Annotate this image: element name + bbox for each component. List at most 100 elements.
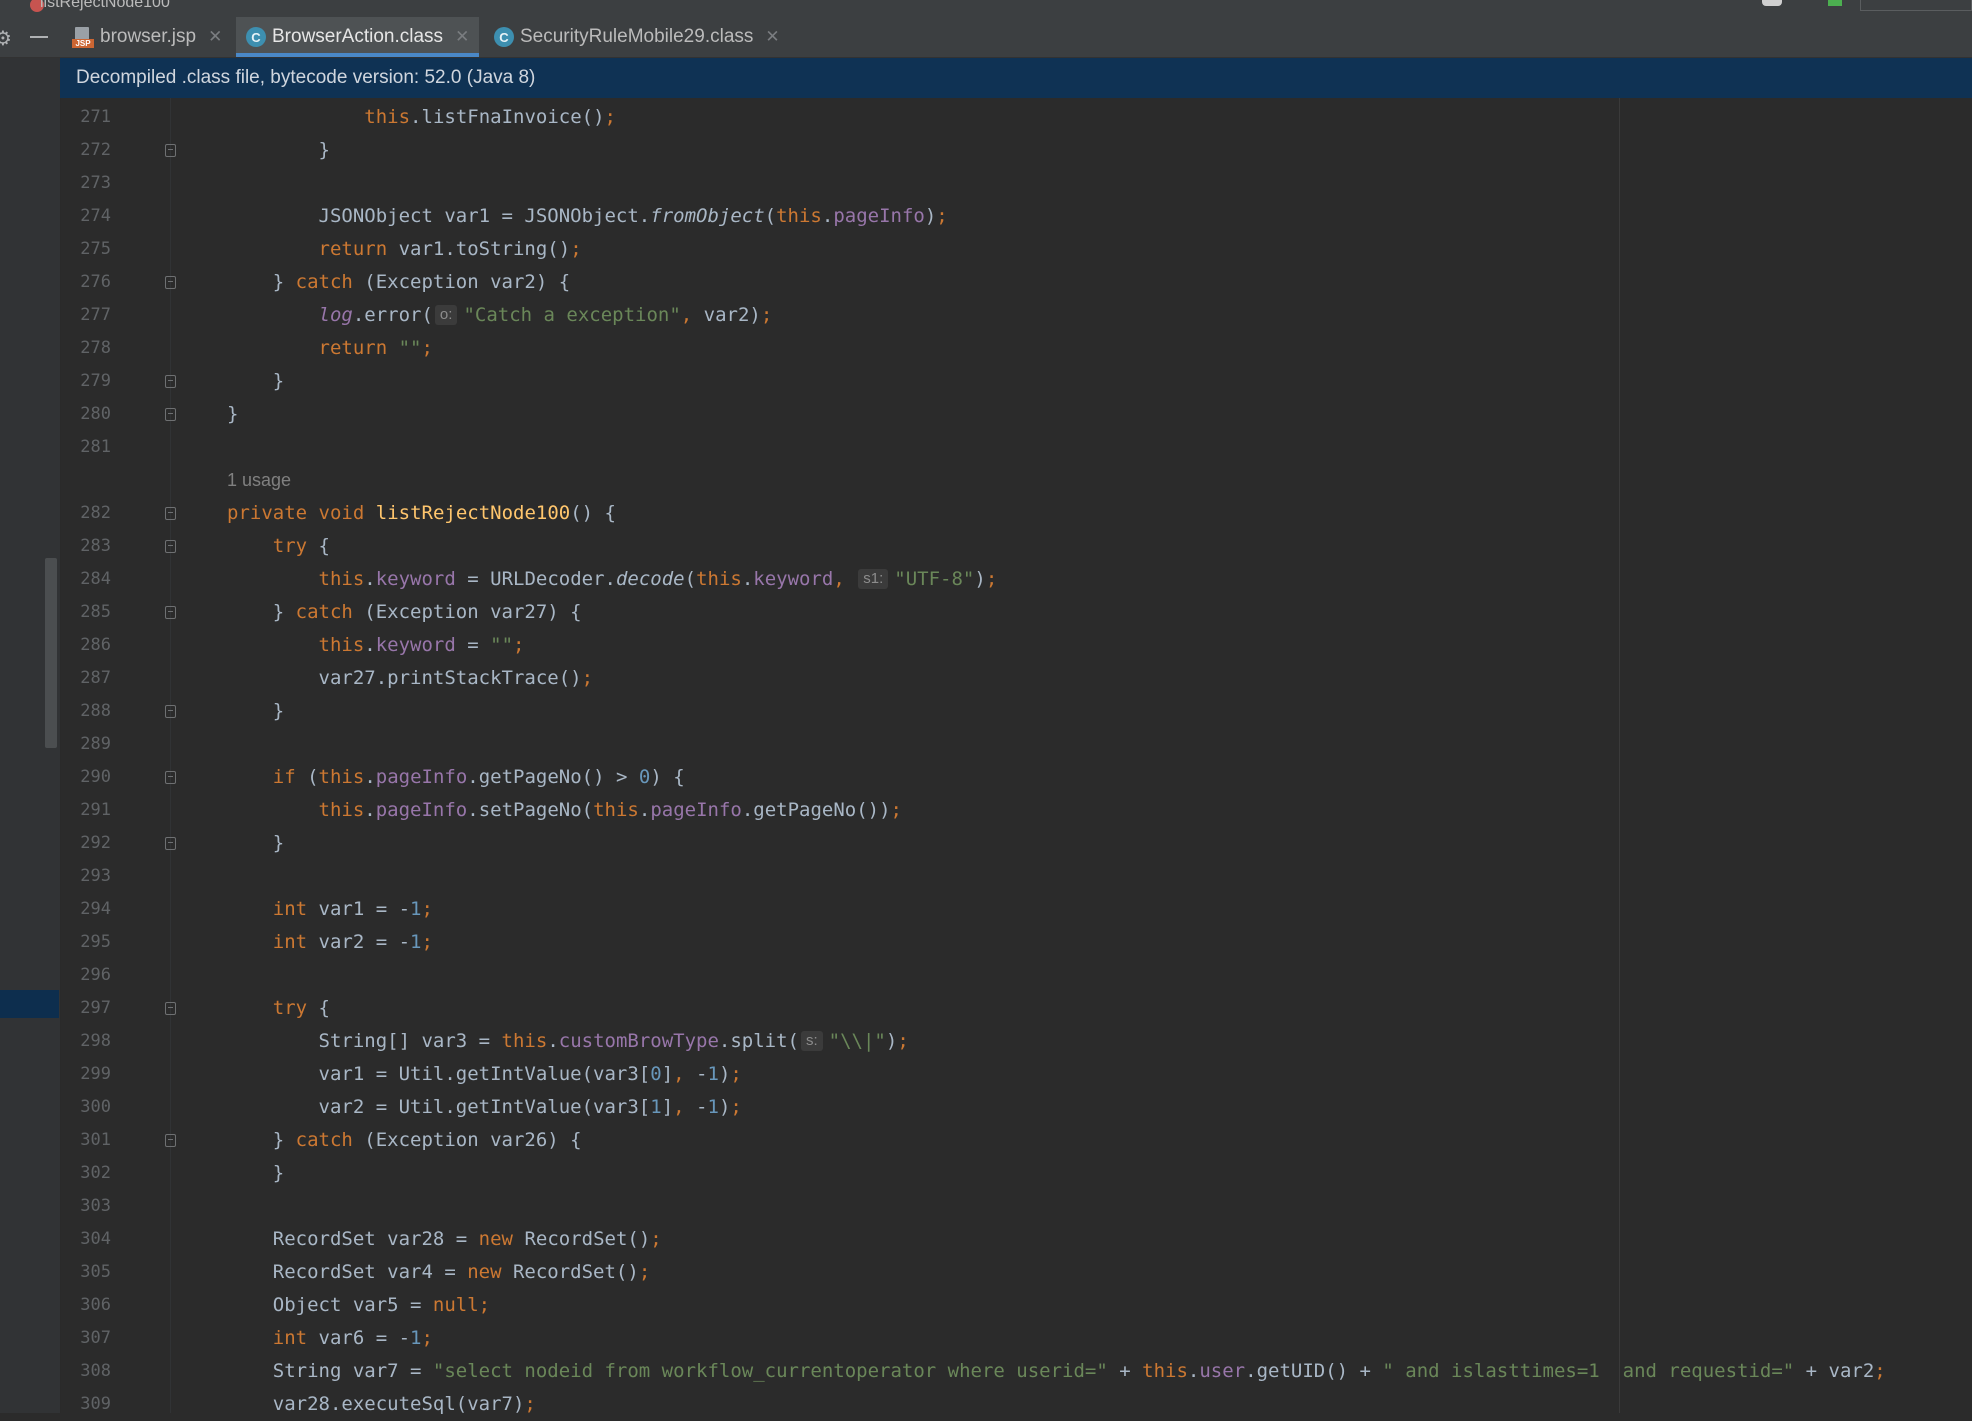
code-line[interactable]: 286 this.keyword = ""; [61,629,1972,662]
code-token: ; [638,1261,651,1283]
code-token: } [227,1162,285,1184]
code-token: 0 [650,1063,662,1085]
code-line[interactable]: 298 String[] var3 = this.customBrowType.… [61,1025,1972,1058]
run-config-selector[interactable] [1860,0,1972,11]
line-number: 290 [80,767,111,787]
code-line[interactable]: 295 int var2 = -1; [61,926,1972,959]
code-line[interactable]: 279 } [61,365,1972,398]
code-line[interactable]: 296 [61,959,1972,992]
code-line[interactable]: 302 } [61,1157,1972,1190]
fold-icon[interactable] [165,606,176,619]
breadcrumb[interactable]: listRejectNode100 [40,0,170,12]
code-line[interactable]: 299 var1 = Util.getIntValue(var3[0], -1)… [61,1058,1972,1091]
code-text: this.keyword = ""; [227,629,525,662]
code-line[interactable]: 294 int var1 = -1; [61,893,1972,926]
fold-icon[interactable] [165,1134,176,1147]
code-line[interactable]: 274 JSONObject var1 = JSONObject.fromObj… [61,200,1972,233]
code-line[interactable]: 275 return var1.toString(); [61,233,1972,266]
code-token: ; [760,304,773,326]
user-icon[interactable] [1762,0,1782,6]
code-token: ) [718,1096,731,1118]
code-line[interactable]: 293 [61,860,1972,893]
code-line[interactable]: 289 [61,728,1972,761]
code-line[interactable]: 288 } [61,695,1972,728]
minimize-icon[interactable] [30,36,48,38]
usage-hint[interactable]: 1 usage [227,464,291,497]
line-number: 298 [80,1031,111,1051]
code-line[interactable]: 308 String var7 = "select nodeid from wo… [61,1355,1972,1388]
fold-icon[interactable] [165,540,176,553]
code-token: this [364,106,411,128]
fold-icon[interactable] [165,705,176,718]
code-line[interactable]: 271 this.listFnaInvoice(); [61,101,1972,134]
code-line[interactable]: 276 } catch (Exception var2) { [61,266,1972,299]
code-token: this [1142,1360,1188,1382]
code-line[interactable]: 282 private void listRejectNode100() { [61,497,1972,530]
code-line[interactable]: 278 return ""; [61,332,1972,365]
usage-hint-row[interactable]: 1 usage [61,464,1972,497]
parameter-hint: s: [801,1031,823,1051]
code-line[interactable]: 272 } [61,134,1972,167]
code-line[interactable]: 287 var27.printStackTrace(); [61,662,1972,695]
code-line[interactable]: 307 int var6 = -1; [61,1322,1972,1355]
code-token: ; [1874,1360,1886,1382]
build-icon[interactable] [1828,0,1842,6]
code-line[interactable]: 297 try { [61,992,1972,1025]
code-token: . [638,799,651,821]
code-text: String var7 = "select nodeid from workfl… [227,1355,1886,1388]
code-editor[interactable]: 271 this.listFnaInvoice(); 272 } 273 274 JS… [61,98,1972,1415]
line-number: 304 [80,1229,111,1249]
tab-browser-jsp[interactable]: JSP browser.jsp ✕ [72,17,222,57]
code-line[interactable]: 309 var28.executeSql(var7); [61,1388,1972,1421]
code-token: RecordSet var4 = [227,1261,468,1283]
tab-label: BrowserAction.class [272,26,444,47]
code-text: int var6 = -1; [227,1322,433,1355]
code-token: String var7 = [227,1360,433,1382]
close-icon[interactable]: ✕ [765,27,779,47]
code-token: this [696,568,742,590]
code-token: customBrowType [558,1030,719,1052]
close-icon[interactable]: ✕ [208,27,222,47]
code-line[interactable]: 306 Object var5 = null; [61,1289,1972,1322]
code-line[interactable]: 291 this.pageInfo.setPageNo(this.pageInf… [61,794,1972,827]
fold-icon[interactable] [165,276,176,289]
code-token: , [673,1063,685,1085]
fold-icon[interactable] [165,837,176,850]
line-number: 282 [80,503,111,523]
line-number: 271 [80,107,111,127]
code-token: "UTF-8" [894,568,975,590]
project-scrollbar[interactable] [45,558,57,748]
fold-icon[interactable] [165,1002,176,1015]
fold-icon[interactable] [165,507,176,520]
code-token: RecordSet var28 = [227,1228,479,1250]
code-line[interactable]: 285 } catch (Exception var27) { [61,596,1972,629]
code-line[interactable]: 303 [61,1190,1972,1223]
code-line[interactable]: 301 } catch (Exception var26) { [61,1124,1972,1157]
code-text: try { [227,992,330,1025]
fold-icon[interactable] [165,144,176,157]
code-line[interactable]: 305 RecordSet var4 = new RecordSet(); [61,1256,1972,1289]
fold-icon[interactable] [165,771,176,784]
tab-browseraction-class[interactable]: C BrowserAction.class ✕ [236,17,480,57]
code-line[interactable]: 304 RecordSet var28 = new RecordSet(); [61,1223,1972,1256]
code-line[interactable]: 292 } [61,827,1972,860]
code-token: void [318,502,365,524]
tab-securityrulemobile29-class[interactable]: C SecurityRuleMobile29.class ✕ [494,17,780,57]
fold-icon[interactable] [165,408,176,421]
code-line[interactable]: 277 log.error(o: "Catch a exception", var… [61,299,1972,332]
code-line[interactable]: 290 if (this.pageInfo.getPageNo() > 0) { [61,761,1972,794]
code-text: } [227,134,330,167]
close-icon[interactable]: ✕ [455,27,469,47]
code-line[interactable]: 273 [61,167,1972,200]
code-token: var1 = Util.getIntValue(var3[ [227,1063,651,1085]
gear-icon[interactable]: ⚙ [0,26,12,51]
code-line[interactable]: 300 var2 = Util.getIntValue(var3[1], -1)… [61,1091,1972,1124]
code-line[interactable]: 284 this.keyword = URLDecoder.decode(thi… [61,563,1972,596]
code-line[interactable]: 283 try { [61,530,1972,563]
fold-icon[interactable] [165,375,176,388]
selected-tree-item[interactable] [0,990,59,1018]
code-line[interactable]: 281 [61,431,1972,464]
code-line[interactable]: 280} [61,398,1972,431]
code-text: private void listRejectNode100() { [227,497,616,530]
code-token: var2 = Util.getIntValue(var3[ [227,1096,651,1118]
